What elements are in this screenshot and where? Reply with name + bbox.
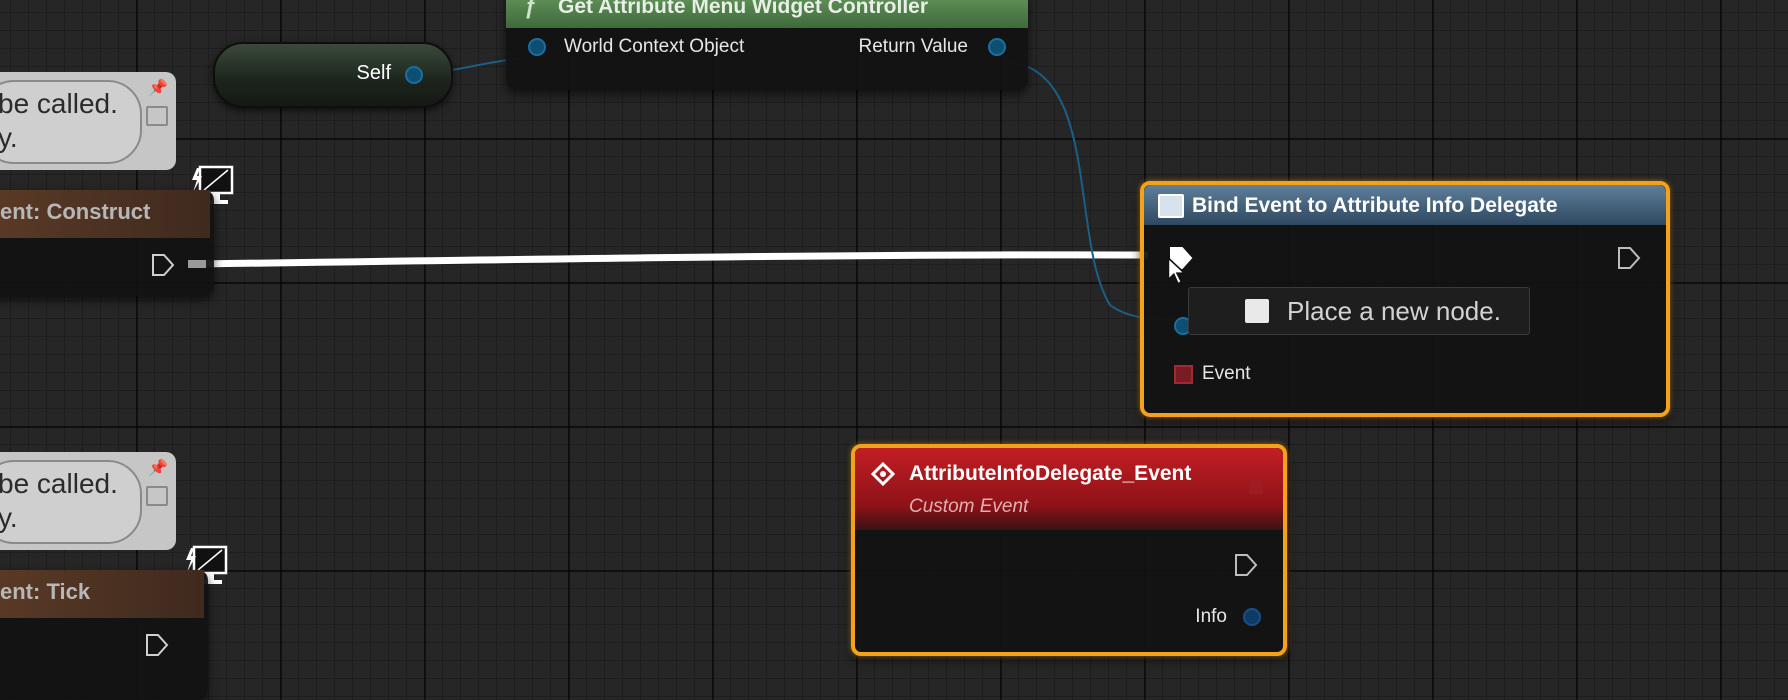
custom-event-node[interactable]: AttributeInfoDelegate_Event Custom Event… xyxy=(851,444,1287,656)
event-tick-header[interactable]: ent: Tick xyxy=(0,570,204,618)
comment-text-frame: be called. y. xyxy=(0,80,142,164)
self-node[interactable]: Self xyxy=(213,42,453,108)
custom-event-subtitle: Custom Event xyxy=(909,496,1029,517)
self-output-pin[interactable] xyxy=(405,66,423,84)
delegate-icon xyxy=(1158,194,1184,218)
exec-wire[interactable] xyxy=(199,251,1149,268)
world-context-pin[interactable] xyxy=(528,38,546,56)
delegate-output-pin[interactable] xyxy=(1249,480,1263,494)
event-construct-header[interactable]: ent: Construct xyxy=(0,190,210,238)
pin-icon[interactable]: 📌 xyxy=(148,458,168,478)
comment-line-2: y. xyxy=(0,122,18,153)
world-context-label: World Context Object xyxy=(564,36,745,57)
tick-exec-out-pin[interactable] xyxy=(144,632,170,658)
mouse-cursor-icon xyxy=(1167,256,1187,286)
return-value-label: Return Value xyxy=(858,36,969,57)
event-tick-title: ent: Tick xyxy=(0,579,91,604)
comment-bubble-top[interactable]: be called. y. 📌 xyxy=(0,72,176,170)
construct-exec-out-pin[interactable] xyxy=(150,252,176,278)
comment-bubble-bottom[interactable]: be called. y. 📌 xyxy=(0,452,176,550)
pin-icon[interactable]: 📌 xyxy=(148,78,168,98)
function-icon: ƒ xyxy=(524,0,537,19)
place-node-tooltip: Place a new node. xyxy=(1188,287,1530,335)
bind-event-pin-label: Event xyxy=(1202,363,1251,384)
event-diamond-icon xyxy=(871,462,895,486)
get-controller-title: Get Attribute Menu Widget Controller xyxy=(558,0,929,18)
comment-line-1: be called. xyxy=(0,88,118,119)
bind-event-title: Bind Event to Attribute Info Delegate xyxy=(1192,194,1558,217)
comment-collapse-icon[interactable] xyxy=(146,486,168,506)
custom-event-header[interactable]: AttributeInfoDelegate_Event Custom Event xyxy=(855,448,1283,530)
info-output-pin[interactable] xyxy=(1243,608,1261,626)
custom-event-exec-out-pin[interactable] xyxy=(1233,552,1259,578)
comment-line-1-bottom: be called. xyxy=(0,468,118,499)
bind-event-pin[interactable] xyxy=(1174,365,1193,384)
bind-event-header[interactable]: Bind Event to Attribute Info Delegate xyxy=(1144,185,1666,225)
event-tick-node[interactable]: ent: Tick xyxy=(0,570,208,700)
self-label: Self xyxy=(356,62,391,84)
exec-wire-stub xyxy=(188,260,206,268)
tooltip-text: Place a new node. xyxy=(1287,296,1501,326)
custom-event-title: AttributeInfoDelegate_Event xyxy=(909,462,1192,485)
comment-line-2-bottom: y. xyxy=(0,502,18,533)
get-controller-header[interactable]: ƒ Get Attribute Menu Widget Controller xyxy=(506,0,1028,28)
event-construct-title: ent: Construct xyxy=(0,199,151,224)
get-controller-node[interactable]: ƒ Get Attribute Menu Widget Controller W… xyxy=(506,0,1028,90)
return-value-pin[interactable] xyxy=(988,38,1006,56)
info-pin-label: Info xyxy=(1195,606,1227,627)
event-construct-node[interactable]: ent: Construct xyxy=(0,190,214,296)
comment-text-frame-bottom: be called. y. xyxy=(0,460,142,544)
comment-collapse-icon[interactable] xyxy=(146,106,168,126)
tooltip-node-icon xyxy=(1245,299,1269,323)
bind-exec-out-pin[interactable] xyxy=(1616,245,1642,271)
